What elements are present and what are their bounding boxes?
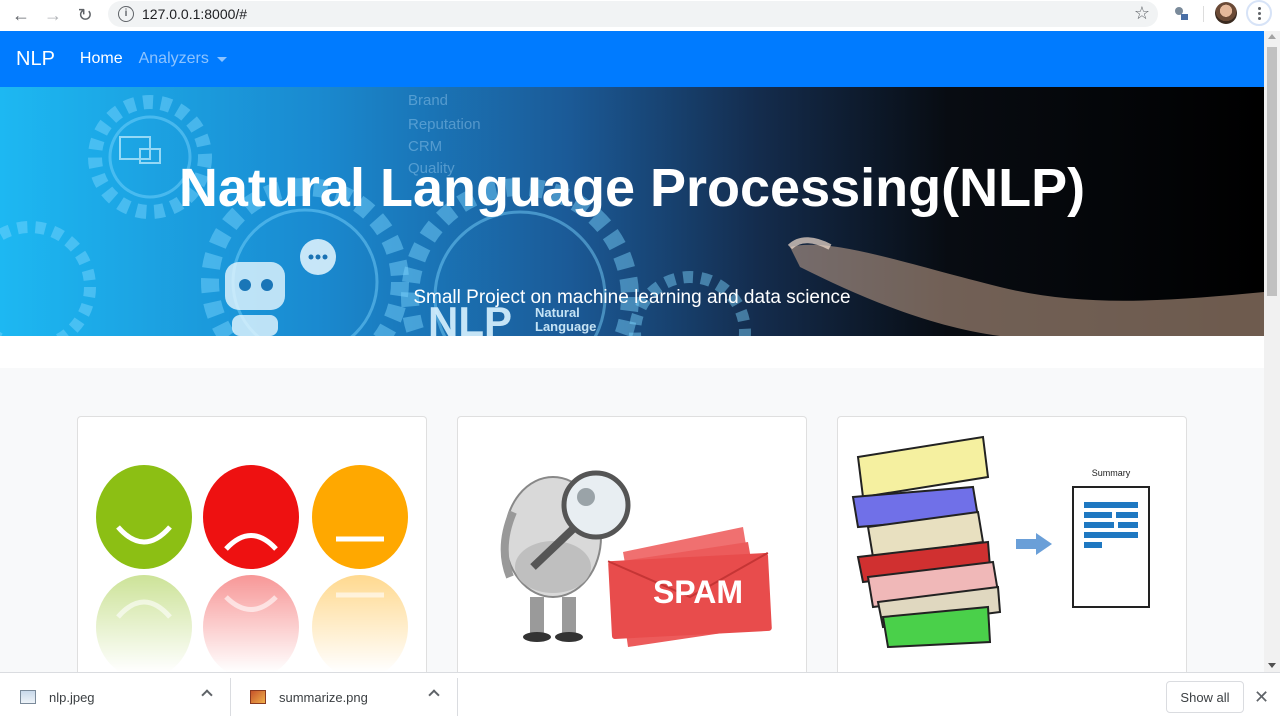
toolbar-separator [1203, 6, 1204, 22]
info-icon[interactable]: i [118, 6, 134, 22]
nav-home-link[interactable]: Home [80, 50, 123, 68]
back-arrow-icon[interactable]: ← [9, 4, 33, 28]
scrollbar-thumb[interactable] [1267, 47, 1277, 296]
spam-envelope-icon: SPAM [607, 527, 772, 647]
sentiment-faces-image [78, 465, 426, 672]
summarize-card[interactable]: Summary [837, 416, 1187, 672]
hero-word-crm: CRM [408, 138, 442, 155]
forward-arrow-icon[interactable]: → [41, 4, 65, 28]
download-item-nlp[interactable]: nlp.jpeg [0, 673, 230, 721]
profile-avatar[interactable] [1215, 2, 1237, 24]
address-bar[interactable]: i 127.0.0.1:8000/# ☆ [108, 1, 1158, 27]
chevron-up-icon[interactable] [201, 689, 213, 701]
hero-title: Natural Language Processing(NLP) [178, 158, 1086, 218]
nav-analyzers-dropdown[interactable]: Analyzers [139, 50, 227, 68]
books-stack-icon [851, 435, 1002, 649]
spam-card[interactable]: SPAM [457, 416, 807, 672]
arrow-right-icon [1016, 533, 1052, 555]
hero-logo-caption-language: Language [535, 319, 596, 334]
scroll-up-icon[interactable] [1268, 34, 1276, 39]
download-separator [457, 678, 458, 716]
download-filename: nlp.jpeg [49, 689, 95, 705]
navbar: NLP Home Analyzers [0, 31, 1264, 87]
summary-label: Summary [1092, 468, 1131, 478]
hero-banner: Brand Reputation CRM Quality NLP Natural… [0, 87, 1264, 336]
hero-word-brand: Brand [408, 92, 448, 109]
caret-down-icon [216, 56, 227, 62]
close-icon[interactable]: ✕ [1254, 687, 1269, 708]
hero-word-reputation: Reputation [408, 116, 481, 133]
image-file-icon [20, 690, 36, 704]
download-filename: summarize.png [279, 689, 368, 705]
page-scrollbar[interactable] [1264, 31, 1280, 672]
nav-analyzers-label: Analyzers [138, 50, 209, 67]
reload-icon[interactable]: ↻ [73, 4, 97, 28]
chevron-up-icon[interactable] [428, 689, 440, 701]
page-viewport: NLP Home Analyzers Brand Reputation CRM … [0, 31, 1264, 672]
downloads-bar: nlp.jpeg summarize.png Show all ✕ [0, 672, 1280, 720]
download-item-summarize[interactable]: summarize.png [230, 673, 457, 721]
summary-document-icon [1072, 486, 1150, 608]
bookmark-star-icon[interactable]: ☆ [1134, 3, 1150, 24]
sentiment-card[interactable] [77, 416, 427, 672]
navbar-brand[interactable]: NLP [16, 48, 55, 71]
scroll-down-icon[interactable] [1268, 663, 1276, 668]
summarize-books-image: Summary [851, 435, 1150, 649]
spam-detector-image: SPAM [500, 470, 772, 647]
kebab-menu-icon[interactable] [1246, 0, 1272, 26]
robot-magnifier-icon [500, 470, 631, 642]
url-text[interactable]: 127.0.0.1:8000/# [142, 6, 247, 22]
image-file-icon [250, 690, 266, 704]
browser-toolbar: ← → ↻ i 127.0.0.1:8000/# ☆ [0, 0, 1280, 31]
spam-label: SPAM [653, 574, 743, 610]
hero-subtitle: Small Project on machine learning and da… [413, 287, 851, 308]
section-spacer [0, 336, 1264, 368]
show-all-button[interactable]: Show all [1166, 681, 1244, 713]
extension-icon[interactable] [1172, 4, 1190, 22]
